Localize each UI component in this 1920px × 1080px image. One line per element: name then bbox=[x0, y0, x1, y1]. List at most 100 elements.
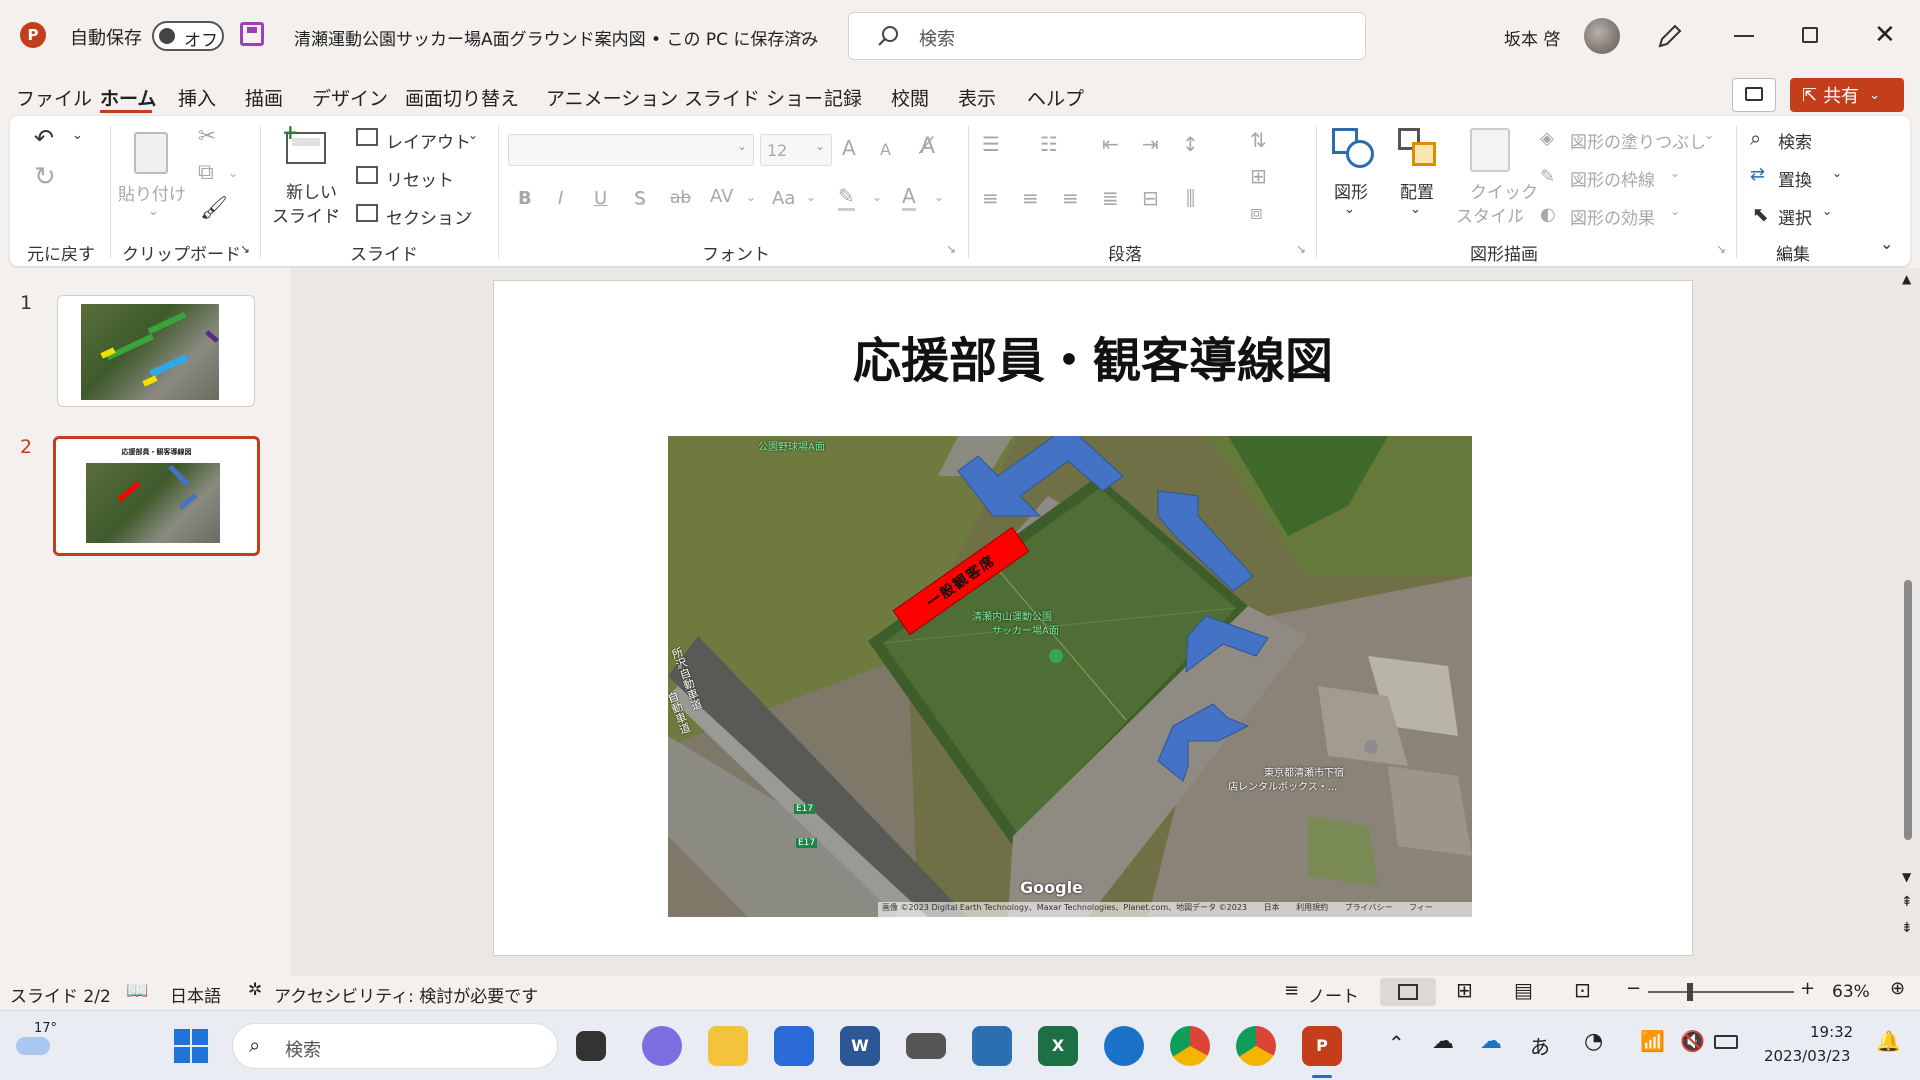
share-button[interactable]: ⇱ 共有 ⌄ bbox=[1790, 78, 1904, 112]
collapse-ribbon-icon[interactable]: ⌄ bbox=[1880, 234, 1893, 253]
shape-fill-dropdown-icon[interactable]: ⌄ bbox=[1704, 128, 1714, 142]
task-view-icon[interactable] bbox=[576, 1031, 606, 1061]
shapes-icon[interactable] bbox=[1332, 128, 1376, 170]
reset-label[interactable]: リセット bbox=[386, 166, 454, 191]
spellcheck-icon[interactable]: 📖 bbox=[126, 980, 148, 1001]
copy-dropdown-icon[interactable]: ⌄ bbox=[228, 166, 238, 180]
battery-icon[interactable] bbox=[1714, 1035, 1738, 1049]
notes-button[interactable]: ノート bbox=[1308, 982, 1359, 1007]
reading-view-icon[interactable]: ▤ bbox=[1514, 978, 1533, 1002]
change-case-icon[interactable]: Aa bbox=[772, 188, 795, 209]
pen-icon[interactable] bbox=[1656, 22, 1684, 50]
tab-review[interactable]: 校閲 bbox=[891, 84, 929, 111]
document-title[interactable]: 清瀬運動公園サッカー場A面グラウンド案内図 • この PC に保存済み bbox=[294, 25, 818, 50]
title-dropdown-icon[interactable]: ⌄ bbox=[798, 24, 810, 40]
paste-dropdown-icon[interactable]: ⌄ bbox=[148, 204, 159, 219]
font-color-dropdown-icon[interactable]: ⌄ bbox=[934, 190, 944, 204]
slideshow-icon[interactable]: ⊡ bbox=[1574, 978, 1591, 1002]
quick-styles-icon[interactable] bbox=[1470, 128, 1510, 172]
zoom-out-icon[interactable]: − bbox=[1626, 978, 1641, 999]
align-center-icon[interactable]: ≡ bbox=[1022, 186, 1039, 210]
tab-animations[interactable]: アニメーション bbox=[546, 84, 678, 111]
shrink-font-icon[interactable]: A bbox=[880, 140, 891, 159]
shape-outline-dropdown-icon[interactable]: ⌄ bbox=[1670, 166, 1680, 180]
columns-icon[interactable]: ⫼ bbox=[1186, 186, 1195, 210]
zoom-in-icon[interactable]: + bbox=[1800, 978, 1815, 999]
font-launcher-icon[interactable]: ↘ bbox=[946, 242, 956, 256]
tab-design[interactable]: デザイン bbox=[312, 84, 388, 111]
tab-slideshow[interactable]: スライド ショー bbox=[684, 84, 823, 111]
select-icon[interactable]: ⬉ bbox=[1752, 202, 1769, 226]
clipboard-launcher-icon[interactable]: ↘ bbox=[240, 242, 250, 256]
paragraph-launcher-icon[interactable]: ↘ bbox=[1296, 242, 1306, 256]
font-color-icon[interactable]: A bbox=[902, 184, 916, 211]
word-icon[interactable]: W bbox=[840, 1026, 880, 1066]
quick-styles-label-1[interactable]: クイック bbox=[1470, 178, 1538, 203]
text-direction-icon[interactable]: ⇅ bbox=[1250, 128, 1267, 152]
clear-format-icon[interactable]: A̸ bbox=[920, 134, 935, 159]
undo-dropdown-icon[interactable]: ⌄ bbox=[72, 128, 83, 143]
layout-label[interactable]: レイアウト bbox=[386, 128, 471, 153]
close-icon[interactable]: ✕ bbox=[1874, 20, 1896, 50]
shape-outline-label[interactable]: 図形の枠線 bbox=[1570, 166, 1655, 191]
tab-view[interactable]: 表示 bbox=[958, 84, 996, 111]
italic-icon[interactable]: I bbox=[558, 188, 563, 209]
zoom-slider-thumb[interactable] bbox=[1687, 983, 1693, 1001]
shadow-icon[interactable]: S bbox=[634, 188, 645, 209]
shape-effects-label[interactable]: 図形の効果 bbox=[1570, 204, 1655, 229]
replace-dropdown-icon[interactable]: ⌄ bbox=[1832, 166, 1842, 180]
clock-date[interactable]: 2023/03/23 bbox=[1764, 1047, 1850, 1065]
grow-font-icon[interactable]: A bbox=[842, 136, 856, 160]
shape-fill-label[interactable]: 図形の塗りつぶし bbox=[1570, 128, 1706, 153]
paste-label[interactable]: 貼り付け bbox=[118, 180, 186, 205]
layout-icon[interactable] bbox=[356, 128, 378, 146]
previous-slide-icon[interactable]: ⇞ bbox=[1901, 894, 1913, 910]
comments-button[interactable] bbox=[1732, 78, 1776, 112]
scroll-down-icon[interactable]: ▼ bbox=[1902, 870, 1911, 884]
align-left-icon[interactable]: ≡ bbox=[982, 186, 999, 210]
autosave-toggle[interactable]: オフ bbox=[152, 21, 224, 51]
select-dropdown-icon[interactable]: ⌄ bbox=[1822, 204, 1832, 218]
shape-fill-icon[interactable]: ◈ bbox=[1540, 128, 1554, 149]
save-icon[interactable] bbox=[240, 22, 264, 46]
powerpoint-taskbar-icon[interactable]: P bbox=[1302, 1026, 1342, 1066]
shapes-dropdown-icon[interactable]: ⌄ bbox=[1344, 202, 1355, 217]
user-name[interactable]: 坂本 啓 bbox=[1504, 25, 1560, 50]
next-slide-icon[interactable]: ⇟ bbox=[1901, 920, 1913, 936]
notification-icon[interactable]: 🔔 bbox=[1876, 1029, 1901, 1053]
avatar[interactable] bbox=[1584, 18, 1620, 54]
char-spacing-dropdown-icon[interactable]: ⌄ bbox=[746, 190, 756, 204]
taskbar-search[interactable]: ⌕ 検索 bbox=[232, 1023, 558, 1069]
weather-icon[interactable] bbox=[16, 1037, 50, 1055]
clock-time[interactable]: 19:32 bbox=[1810, 1023, 1853, 1041]
reset-icon[interactable] bbox=[356, 166, 378, 184]
find-icon[interactable]: ⌕ bbox=[1750, 126, 1761, 150]
new-slide-label-1[interactable]: 新しい bbox=[286, 178, 337, 203]
zoom-slider[interactable] bbox=[1648, 983, 1794, 1001]
shape-effects-dropdown-icon[interactable]: ⌄ bbox=[1670, 204, 1680, 218]
bullets-icon[interactable]: ☰ bbox=[982, 132, 1000, 156]
shape-effects-icon[interactable]: ◐ bbox=[1540, 204, 1556, 225]
line-spacing-icon[interactable]: ↕ bbox=[1182, 132, 1199, 156]
new-slide-dropdown-icon[interactable]: ⌄ bbox=[330, 202, 341, 217]
attribution-link-japan[interactable]: 日本 bbox=[1264, 903, 1280, 912]
accessibility-status[interactable]: アクセシビリティ: 検討が必要です bbox=[274, 982, 538, 1007]
onedrive-personal-icon[interactable]: ☁ bbox=[1432, 1029, 1454, 1054]
format-painter-icon[interactable]: 🖌 bbox=[200, 196, 228, 221]
normal-view-button[interactable] bbox=[1380, 978, 1436, 1006]
smartart-icon[interactable]: ⧈ bbox=[1250, 200, 1263, 224]
shape-outline-icon[interactable]: ✎ bbox=[1540, 166, 1555, 187]
tab-insert[interactable]: 挿入 bbox=[178, 84, 216, 111]
slide[interactable]: 応援部員・観客導線図 一般観客席 清瀬内山運動公園 サッカー場A面 公園野球場A… bbox=[493, 280, 1693, 956]
search-box[interactable]: 検索 bbox=[848, 12, 1366, 60]
paste-icon[interactable] bbox=[134, 132, 168, 174]
underline-icon[interactable]: U bbox=[594, 188, 607, 209]
highlight-dropdown-icon[interactable]: ⌄ bbox=[872, 190, 882, 204]
cut-icon[interactable]: ✂ bbox=[198, 124, 216, 149]
language-indicator[interactable]: 日本語 bbox=[170, 982, 221, 1007]
section-icon[interactable] bbox=[356, 204, 378, 222]
arrange-icon[interactable] bbox=[1398, 128, 1442, 170]
layout-dropdown-icon[interactable]: ⌄ bbox=[468, 128, 478, 142]
restore-icon[interactable] bbox=[1802, 27, 1818, 43]
copy-icon[interactable]: ⧉ bbox=[198, 160, 214, 185]
